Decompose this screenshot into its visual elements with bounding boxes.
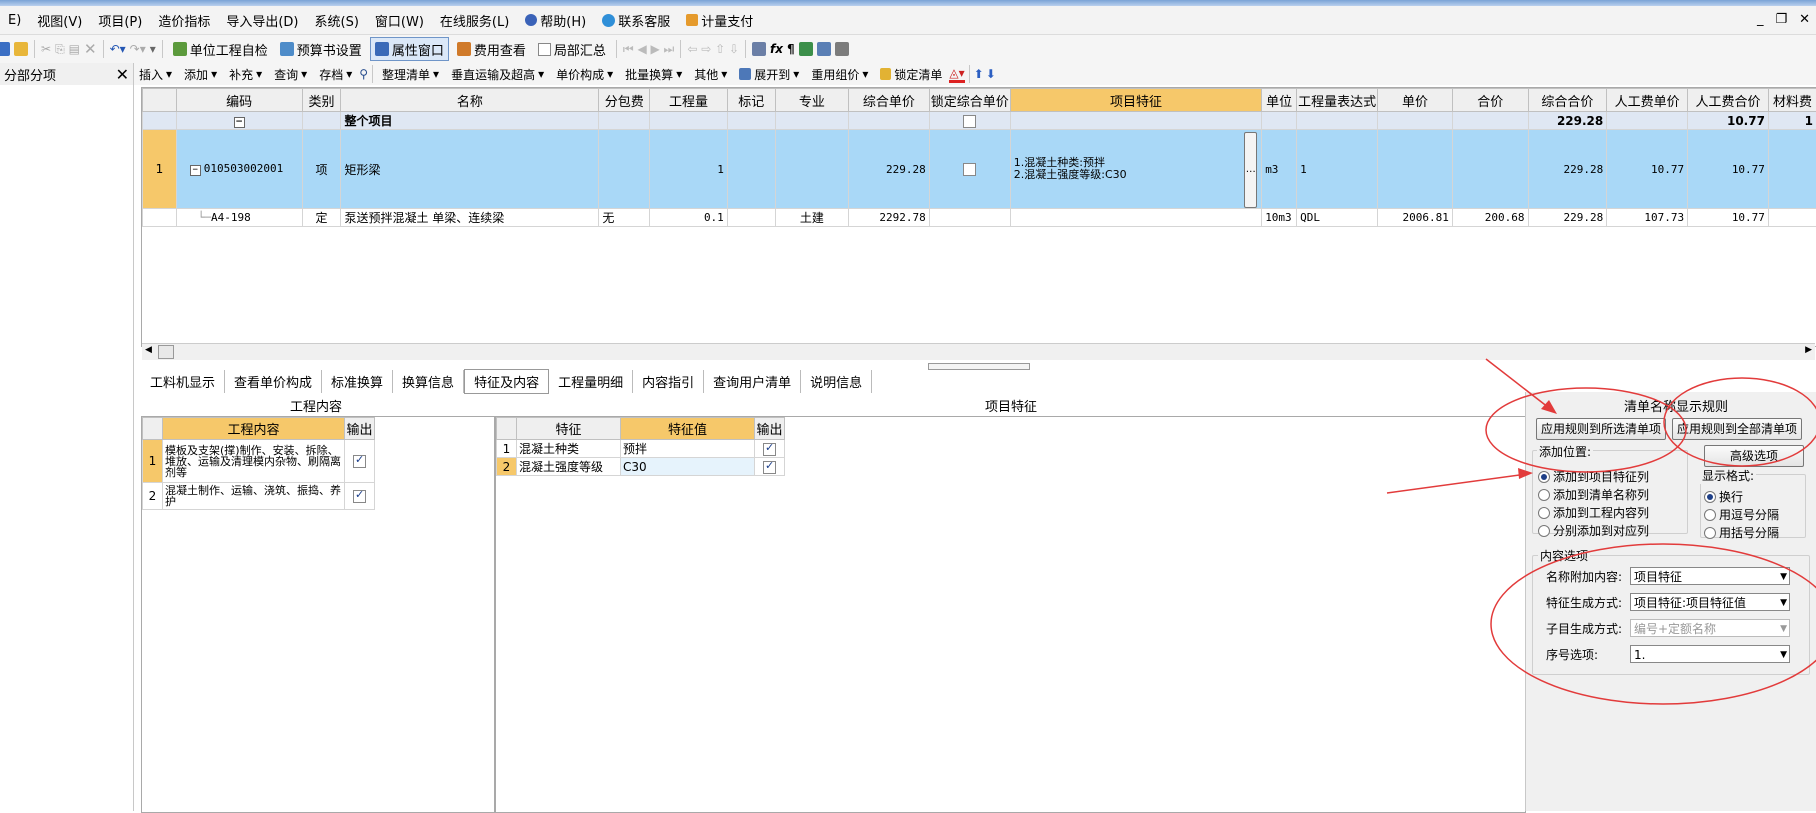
annotation-arrow-line bbox=[1486, 359, 1553, 411]
annotation-arrowhead bbox=[1541, 400, 1557, 414]
annotation-circle-apply-all bbox=[1664, 378, 1816, 466]
annotation-arrow-line bbox=[1387, 474, 1527, 493]
annotation-overlay bbox=[0, 0, 1816, 811]
annotation-circle-apply-selected bbox=[1486, 388, 1686, 472]
annotation-circle-content-options bbox=[1491, 544, 1816, 704]
annotation-arrowhead bbox=[1518, 468, 1533, 479]
